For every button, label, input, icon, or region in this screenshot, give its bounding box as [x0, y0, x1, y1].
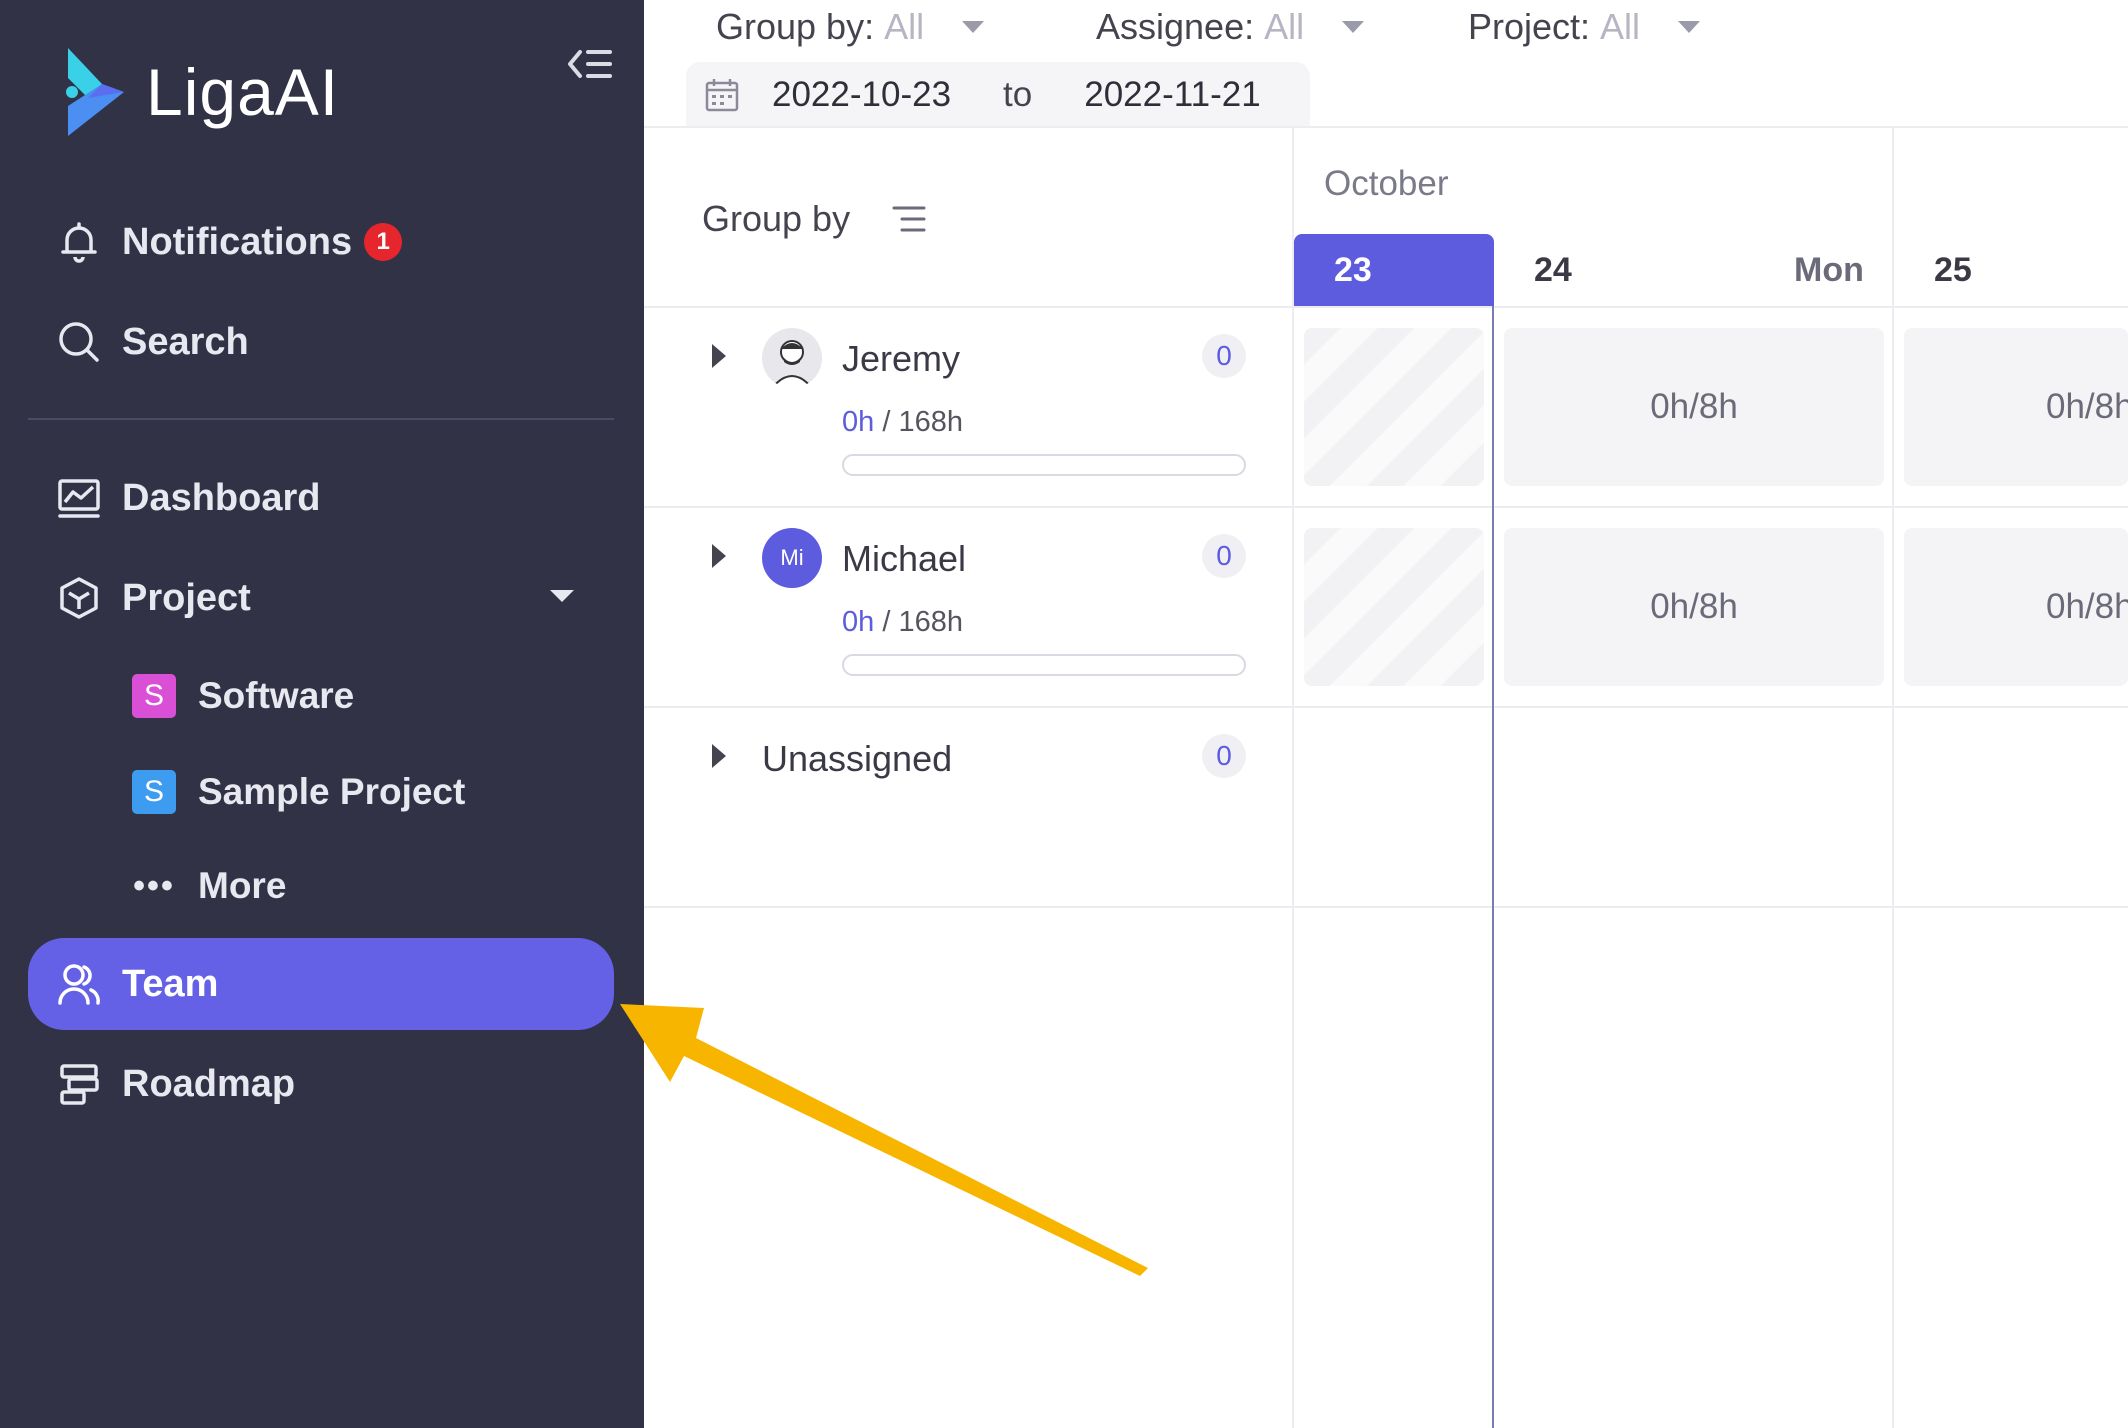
annotation-arrow: [620, 1004, 1148, 1276]
nav-search[interactable]: Search: [28, 296, 614, 388]
project-avatar-icon: S: [132, 770, 176, 814]
sidebar-item-label: More: [198, 865, 287, 906]
sidebar-item-label: Sample Project: [198, 771, 466, 812]
assignee-filter-label: Assignee:: [1096, 6, 1255, 47]
calendar-cell-weekend[interactable]: [1304, 328, 1484, 486]
calendar-cell[interactable]: 0h/8h: [1504, 528, 1884, 686]
member-name: Jeremy: [842, 338, 961, 379]
hours-capacity: / 168h: [882, 406, 963, 438]
header-divider: [644, 126, 2128, 128]
unassigned-label: Unassigned: [762, 738, 953, 779]
project-avatar-icon: S: [132, 674, 176, 718]
bell-icon: [56, 219, 102, 265]
workload-hours: 0h / 168h: [842, 606, 963, 639]
nav-notifications-label: Notifications: [122, 220, 353, 263]
app-logo[interactable]: LigaAI: [62, 44, 339, 140]
sidebar-item-software[interactable]: S Software: [132, 656, 354, 736]
user-photo-icon: [771, 340, 813, 388]
row-divider: [644, 906, 2128, 908]
today-line: [1492, 306, 1494, 1428]
sidebar-item-more[interactable]: ••• More: [132, 846, 286, 926]
member-name: Michael: [842, 538, 967, 579]
project-filter-value: All: [1600, 6, 1641, 47]
notifications-badge: 1: [364, 223, 403, 261]
group-by-filter-label: Group by:: [716, 6, 875, 47]
task-count-badge: 0: [1202, 334, 1246, 378]
nav-project[interactable]: Project: [28, 552, 614, 644]
row-divider: [644, 306, 2128, 308]
roadmap-icon: [56, 1061, 102, 1107]
nav-dashboard[interactable]: Dashboard: [28, 452, 614, 544]
chevron-down-icon: [1342, 21, 1365, 33]
chevron-down-icon: [1678, 21, 1701, 33]
collapse-menu-icon: [568, 50, 612, 78]
assignee-filter-value: All: [1264, 6, 1305, 47]
task-count-badge: 0: [1202, 534, 1246, 578]
workload-progress-bar: [842, 454, 1246, 476]
date-range-picker[interactable]: 2022-10-23 to 2022-11-21: [686, 62, 1310, 128]
calendar-icon: [705, 79, 739, 112]
expand-row-icon[interactable]: [712, 544, 726, 568]
project-filter-label: Project:: [1468, 6, 1591, 47]
calendar-cell[interactable]: 0h/8h: [1904, 528, 2128, 686]
hours-used: 0h: [842, 606, 875, 638]
weekday-label: Mon: [1794, 250, 1864, 289]
day-header: 24: [1534, 250, 1572, 289]
assignee-filter[interactable]: Assignee: All: [1096, 6, 1365, 48]
sidebar-divider: [28, 418, 614, 420]
date-range-separator: to: [1003, 75, 1033, 114]
row-divider: [644, 506, 2128, 508]
nav-search-label: Search: [122, 320, 249, 363]
nav-dashboard-label: Dashboard: [122, 476, 321, 519]
group-by-header-label: Group by: [702, 198, 851, 239]
project-cube-icon: [56, 575, 102, 621]
date-range-end[interactable]: 2022-11-21: [1084, 75, 1260, 115]
group-by-filter[interactable]: Group by: All: [716, 6, 985, 48]
avatar: [762, 328, 822, 388]
chevron-down-icon: [962, 21, 985, 33]
nav-team-label: Team: [122, 962, 219, 1005]
search-icon: [56, 319, 102, 365]
workload-hours: 0h / 168h: [842, 406, 963, 439]
calendar-cell-weekend[interactable]: [1304, 528, 1484, 686]
panel-divider: [1292, 126, 1294, 1428]
sidebar: LigaAI Notifications 1 Search Dashboard: [0, 0, 644, 1428]
ligaai-logo-icon: [66, 48, 124, 136]
task-count-badge: 0: [1202, 734, 1246, 778]
nav-team[interactable]: Team: [28, 938, 614, 1030]
workload-progress-bar: [842, 654, 1246, 676]
hours-capacity: / 168h: [882, 606, 963, 638]
nav-project-label: Project: [122, 576, 251, 619]
project-filter[interactable]: Project: All: [1468, 6, 1701, 48]
dashboard-icon: [56, 475, 102, 521]
expand-row-icon[interactable]: [712, 344, 726, 368]
nav-roadmap-label: Roadmap: [122, 1062, 296, 1105]
calendar-cell[interactable]: 0h/8h: [1504, 328, 1884, 486]
list-settings-icon: [892, 206, 926, 232]
collapse-sidebar-button[interactable]: [566, 44, 614, 84]
app-name: LigaAI: [146, 55, 340, 129]
date-range-start[interactable]: 2022-10-23: [772, 75, 951, 115]
avatar: Mi: [762, 528, 822, 588]
nav-roadmap[interactable]: Roadmap: [28, 1038, 614, 1130]
row-divider: [644, 706, 2128, 708]
month-label: October: [1324, 164, 1449, 203]
nav-notifications[interactable]: Notifications 1: [28, 196, 614, 288]
column-divider: [1892, 126, 1894, 1428]
more-dots-icon: •••: [133, 867, 175, 905]
hours-used: 0h: [842, 406, 875, 438]
day-header: 25: [1934, 250, 1972, 289]
group-by-filter-value: All: [884, 6, 925, 47]
sidebar-item-label: Software: [198, 675, 355, 716]
sidebar-item-sample-project[interactable]: S Sample Project: [132, 752, 465, 832]
chevron-down-icon[interactable]: [550, 590, 574, 602]
calendar-cell[interactable]: 0h/8h: [1904, 328, 2128, 486]
expand-row-icon[interactable]: [712, 744, 726, 768]
group-by-header[interactable]: Group by: [702, 198, 926, 240]
team-icon: [56, 961, 102, 1007]
arrow-shape: [620, 1004, 1148, 1276]
day-header-today: 23: [1294, 234, 1494, 306]
